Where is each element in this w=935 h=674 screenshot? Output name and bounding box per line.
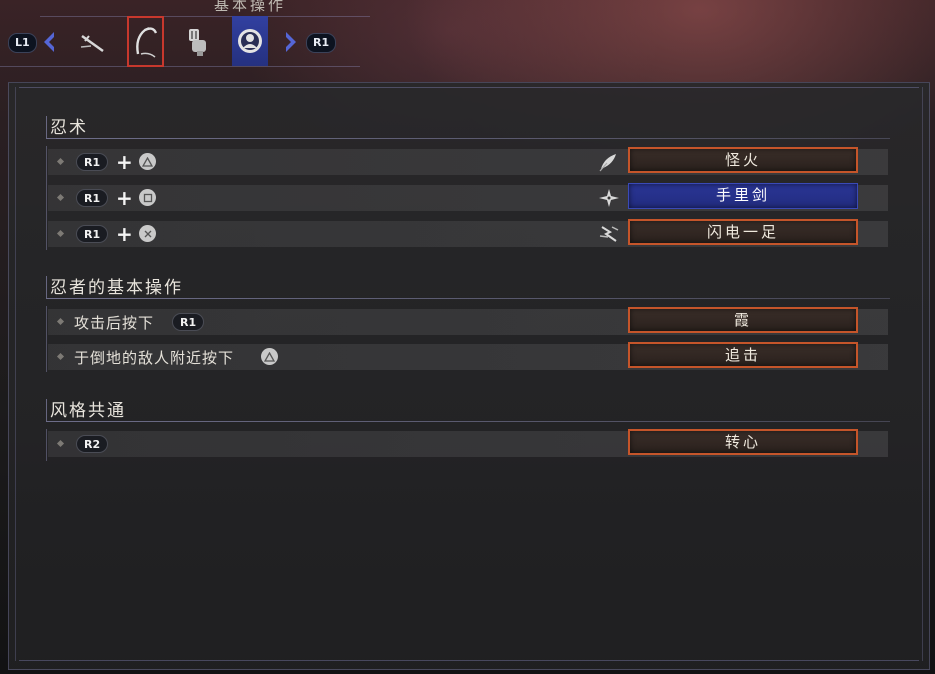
- skill-slot[interactable]: 霞: [628, 307, 858, 333]
- r1-button-icon: R1: [76, 189, 109, 207]
- plus-icon: +: [116, 186, 133, 210]
- skill-slot[interactable]: 追击: [628, 342, 858, 368]
- tab-ninja-techniques[interactable]: [232, 16, 268, 66]
- list-item[interactable]: 攻击后按下 R1 霞: [48, 307, 888, 335]
- shuriken-icon: [598, 188, 620, 208]
- bullet-icon: [56, 317, 65, 326]
- skill-slot[interactable]: 转心: [628, 429, 858, 455]
- prosthetic-arm-icon: [189, 29, 206, 56]
- section-divider: [46, 138, 890, 139]
- tab-prosthetic-tools[interactable]: [127, 16, 164, 67]
- triangle-button-icon: [261, 348, 278, 365]
- row-group-line: [46, 429, 47, 461]
- page-title: 基本操作: [213, 0, 286, 14]
- skill-slot[interactable]: 怪火: [628, 147, 858, 173]
- title-divider: [40, 16, 370, 17]
- panel-border-left: [15, 87, 16, 661]
- section-divider: [46, 421, 890, 422]
- category-tab-bar: 基本操作 L1 R1: [0, 0, 935, 70]
- next-arrow-icon[interactable]: [284, 30, 298, 54]
- bullet-icon: [56, 193, 65, 202]
- bullet-icon: [56, 439, 65, 448]
- r2-button-icon: R2: [76, 435, 109, 453]
- r1-button-icon: R1: [76, 225, 109, 243]
- l1-prev-button[interactable]: L1: [8, 33, 37, 53]
- r1-button-icon: R1: [76, 153, 109, 171]
- tab-prosthetic-arm[interactable]: [180, 18, 216, 66]
- tab-bar-divider: [0, 66, 360, 67]
- list-item[interactable]: R2 转心: [48, 429, 888, 457]
- section-marker: [46, 276, 47, 298]
- list-item[interactable]: R1 + 手里剑: [48, 183, 888, 211]
- action-description: 于倒地的敌人附近按下: [74, 349, 235, 367]
- tab-sword[interactable]: [74, 18, 110, 66]
- bullet-icon: [56, 352, 65, 361]
- bullet-icon: [56, 229, 65, 238]
- section-title-ninjutsu: 忍术: [50, 118, 88, 138]
- section-divider: [46, 298, 890, 299]
- triangle-button-icon: [139, 153, 156, 170]
- cross-button-icon: [139, 225, 156, 242]
- panel-border-right: [922, 87, 923, 661]
- list-item[interactable]: R1 + 闪电一足: [48, 219, 888, 247]
- square-button-icon: [139, 189, 156, 206]
- lightning-kick-icon: [598, 224, 620, 244]
- list-item[interactable]: R1 + 怪火: [48, 147, 888, 175]
- list-item[interactable]: 于倒地的敌人附近按下 追击: [48, 342, 888, 370]
- r1-button-icon: R1: [172, 313, 205, 331]
- r1-next-button[interactable]: R1: [306, 33, 337, 53]
- section-marker: [46, 399, 47, 421]
- feather-icon: [598, 152, 620, 172]
- section-title-ninja-basics: 忍者的基本操作: [50, 278, 183, 298]
- row-group-line: [46, 146, 47, 250]
- section-marker: [46, 116, 47, 138]
- panel-border-top: [19, 87, 919, 88]
- action-description: 攻击后按下: [74, 314, 155, 332]
- sword-icon: [80, 34, 104, 53]
- grappling-hook-icon: [135, 26, 157, 58]
- skill-slot-selected[interactable]: 手里剑: [628, 183, 858, 209]
- ninja-emblem-icon: [238, 29, 262, 53]
- section-title-style-common: 风格共通: [50, 401, 126, 421]
- panel-border-bottom: [19, 660, 919, 661]
- row-group-line: [46, 306, 47, 372]
- bullet-icon: [56, 157, 65, 166]
- plus-icon: +: [116, 150, 133, 174]
- plus-icon: +: [116, 222, 133, 246]
- prev-arrow-icon[interactable]: [42, 30, 56, 54]
- skill-slot[interactable]: 闪电一足: [628, 219, 858, 245]
